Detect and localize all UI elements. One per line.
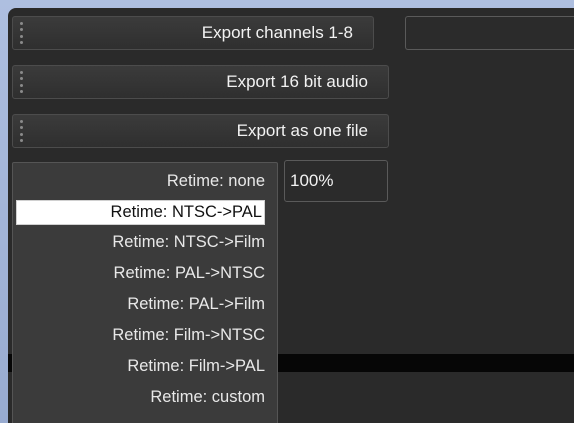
percent-field[interactable]: 100% [284, 160, 388, 202]
retime-option-custom[interactable]: Retime: custom [150, 385, 265, 410]
retime-option-film-pal[interactable]: Retime: Film->PAL [127, 354, 265, 379]
drag-grip-icon[interactable] [20, 120, 24, 142]
retime-option-ntsc-film[interactable]: Retime: NTSC->Film [112, 230, 265, 255]
export-16bit-label: Export 16 bit audio [226, 72, 368, 91]
drag-grip-icon[interactable] [20, 22, 24, 44]
retime-dropdown-menu[interactable]: Retime: none Retime: NTSC->PAL Retime: N… [12, 162, 278, 423]
export-one-file-button[interactable]: Export as one file [12, 114, 389, 148]
top-right-field[interactable] [405, 16, 574, 50]
app-window: Export channels 1-8 Export 16 bit audio … [0, 0, 574, 423]
retime-option-pal-ntsc[interactable]: Retime: PAL->NTSC [114, 261, 265, 286]
export-channels-label: Export channels 1-8 [201, 23, 353, 42]
export-16bit-button[interactable]: Export 16 bit audio [12, 65, 389, 99]
drag-grip-icon[interactable] [20, 71, 24, 93]
retime-option-ntsc-pal[interactable]: Retime: NTSC->PAL [16, 200, 265, 225]
percent-field-value: 100% [290, 171, 334, 190]
retime-option-film-ntsc[interactable]: Retime: Film->NTSC [112, 323, 265, 348]
export-options-panel: Export channels 1-8 Export 16 bit audio … [8, 8, 574, 423]
export-channels-button[interactable]: Export channels 1-8 [12, 16, 374, 50]
retime-option-pal-film[interactable]: Retime: PAL->Film [127, 292, 265, 317]
export-one-file-label: Export as one file [236, 121, 368, 140]
retime-option-none[interactable]: Retime: none [167, 169, 265, 194]
